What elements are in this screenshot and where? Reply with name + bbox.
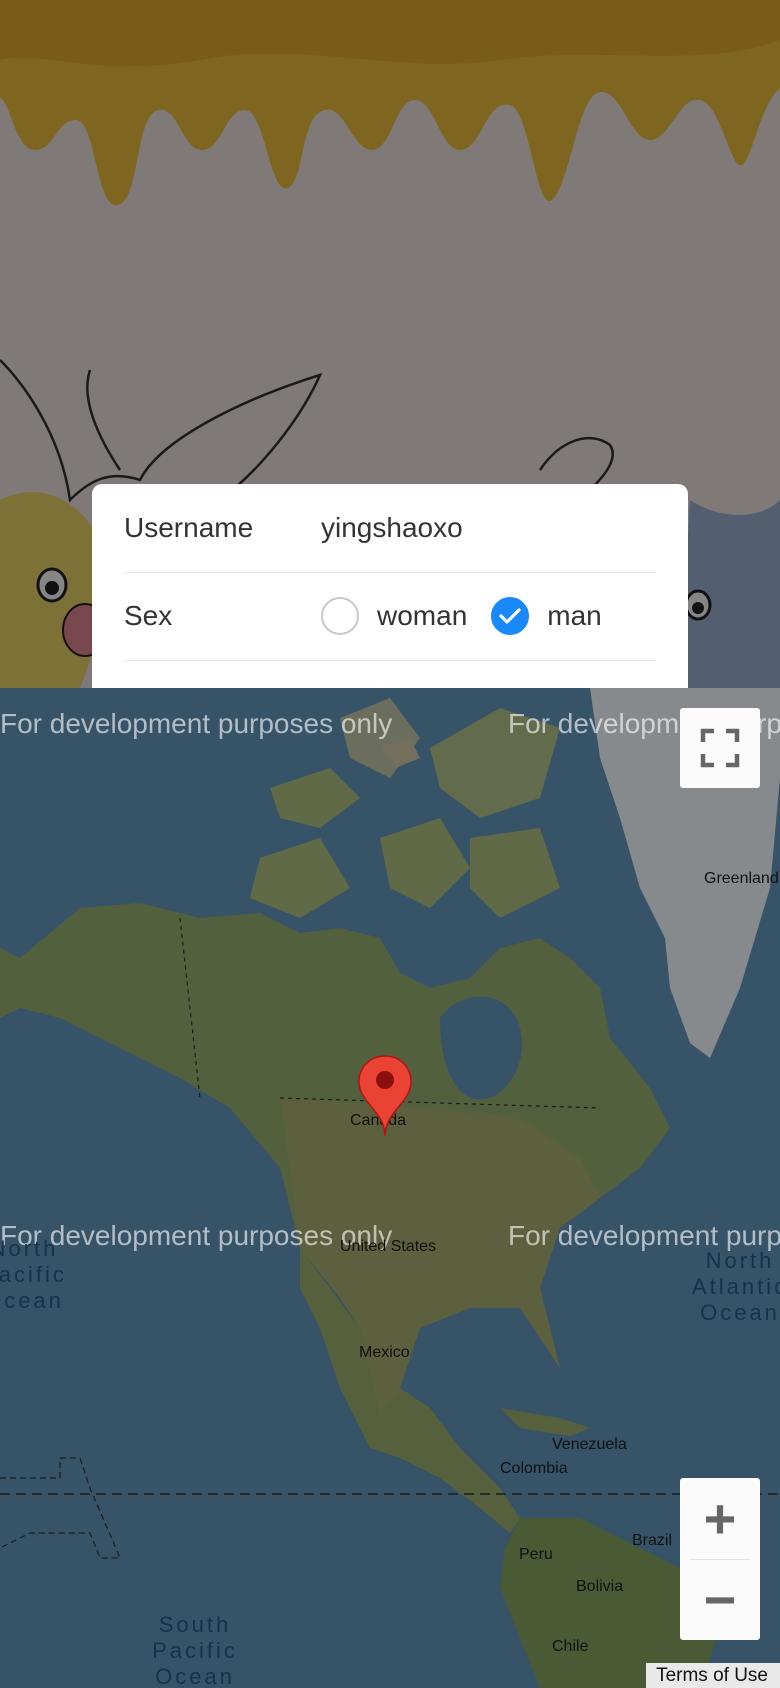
label-north-pacific: North Pacific Ocean xyxy=(0,1236,67,1313)
zoom-control: + − xyxy=(680,1478,760,1640)
radio-label-man: man xyxy=(547,600,602,631)
label-north-atlantic: North Atlantic Ocean xyxy=(691,1248,780,1325)
map-marker-icon[interactable] xyxy=(357,1054,413,1138)
username-row: Username yingshaoxo xyxy=(124,484,656,573)
fullscreen-button[interactable] xyxy=(680,708,760,788)
label-colombia: Colombia xyxy=(500,1460,568,1477)
radio-label-woman: woman xyxy=(377,600,468,631)
background-illustration: Username yingshaoxo Sex woman man xyxy=(0,0,780,688)
zoom-out-button[interactable]: − xyxy=(680,1560,760,1640)
zoom-in-button[interactable]: + xyxy=(680,1479,760,1559)
label-united-states: United States xyxy=(340,1238,437,1255)
radio-circle-man[interactable] xyxy=(491,597,530,635)
terms-of-use-link[interactable]: Terms of Use xyxy=(646,1663,780,1688)
username-field[interactable]: yingshaoxo xyxy=(321,512,463,544)
label-south-pacific: South Pacific Ocean xyxy=(152,1612,238,1688)
radio-man[interactable]: man xyxy=(491,597,602,635)
label-greenland: Greenland xyxy=(704,870,779,887)
label-peru: Peru xyxy=(519,1546,553,1563)
radio-circle-woman[interactable] xyxy=(321,597,359,635)
username-label: Username xyxy=(124,512,254,543)
fullscreen-icon xyxy=(700,728,740,768)
label-brazil: Brazil xyxy=(632,1532,673,1549)
sex-label: Sex xyxy=(124,600,173,631)
label-mexico: Mexico xyxy=(359,1344,410,1361)
radio-woman[interactable]: woman xyxy=(321,597,467,635)
watermark-1: For development purposes only xyxy=(0,708,393,739)
label-bolivia: Bolivia xyxy=(576,1578,624,1595)
label-venezuela: Venezuela xyxy=(552,1436,627,1453)
user-form-card: Username yingshaoxo Sex woman man xyxy=(92,484,688,688)
map-view[interactable]: For development purposes only For develo… xyxy=(0,688,780,1688)
label-chile: Chile xyxy=(552,1638,589,1655)
sex-row: Sex woman man xyxy=(124,572,656,661)
checkmark-icon xyxy=(499,608,521,624)
